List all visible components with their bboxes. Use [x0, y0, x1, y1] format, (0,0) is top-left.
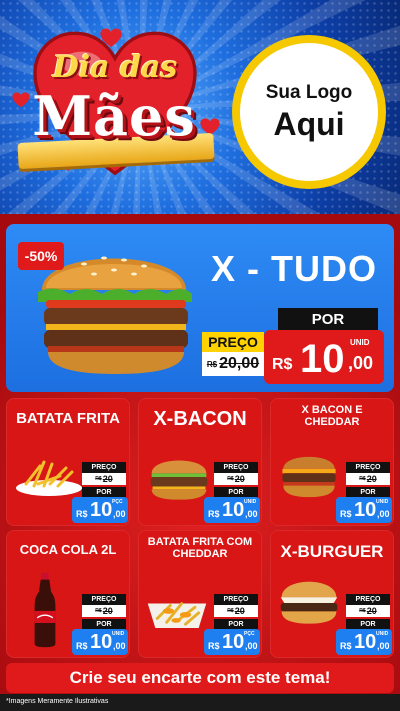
old-price-value: 20: [366, 606, 377, 616]
product-name: BATATA FRITA COM CHEDDAR: [147, 536, 253, 560]
old-price: R$ 20: [346, 473, 390, 485]
product-card: X-BACON PREÇO R$ 20 POR R$ 10,00 UNID: [138, 398, 262, 526]
product-image: [14, 458, 84, 503]
new-price-unit: PÇC: [112, 499, 123, 505]
new-price-decimal: ,00: [377, 641, 390, 651]
new-price-integer: 10: [354, 499, 377, 521]
discount-badge: -50%: [18, 242, 64, 270]
title-line-2: Mães: [32, 84, 196, 148]
old-price-value: 20: [366, 474, 377, 484]
new-price-currency: R$: [340, 641, 352, 651]
heart-icon: [100, 28, 122, 48]
new-price-integer: 10: [90, 499, 113, 521]
new-price-decimal: ,00: [113, 509, 126, 519]
new-price-decimal: ,00: [377, 509, 390, 519]
new-price-currency: R$: [208, 509, 220, 519]
old-price-value: 20: [102, 474, 113, 484]
header-banner: Dia das Mães Sua Logo Aqui: [0, 0, 400, 218]
old-price-value: 20: [234, 606, 245, 616]
featured-product-card: -50% X - TUDO PREÇO R$ 20,00 POR R$ 10 ,…: [6, 224, 394, 392]
new-price-integer: 10: [222, 631, 245, 653]
price-label: PREÇO: [214, 462, 258, 473]
product-card: X BACON E CHEDDAR PREÇO R$ 20 POR R$ 10,00 UNID: [270, 398, 394, 526]
new-price-integer: 10: [90, 631, 113, 653]
price-label: PREÇO: [214, 594, 258, 605]
new-price: R$ 10,00 PÇC: [204, 629, 260, 655]
product-image: [276, 576, 342, 633]
new-price-unit: UNID: [244, 499, 257, 505]
product-name: X-BACON: [153, 408, 247, 430]
product-card: BATATA FRITA COM CHEDDAR PREÇO R$ 20 POR R$ 10…: [138, 530, 262, 658]
product-name: X-BURGUER: [280, 542, 384, 561]
old-price-currency: R$: [227, 608, 234, 614]
product-card: BATATA FRITA PREÇO R$ 20 POR R$ 10,00 PÇC: [6, 398, 130, 526]
new-price-currency: R$: [340, 509, 352, 519]
product-image: [32, 570, 58, 655]
new-price-unit: PÇC: [244, 631, 255, 637]
new-price-unit: UNID: [376, 631, 389, 637]
product-image: [146, 454, 212, 507]
new-price-decimal: ,00: [245, 509, 258, 519]
new-price: R$ 10,00 PÇC: [72, 497, 128, 523]
price-label: PREÇO: [202, 332, 264, 352]
title-line-1: Dia das: [52, 50, 178, 85]
disclaimer-text: *Imagens Meramente Ilustrativas: [6, 698, 109, 705]
old-price-currency: R$: [359, 608, 366, 614]
new-price-decimal: ,00: [348, 353, 374, 373]
new-price-unit: UNID: [376, 499, 389, 505]
old-price-value: 20,00: [219, 355, 260, 372]
product-card: X-BURGUER PREÇO R$ 20 POR R$ 10,00 UNID: [270, 530, 394, 658]
old-price-value: 20: [102, 606, 113, 616]
old-price-currency: R$: [227, 476, 234, 482]
featured-product-name: X - TUDO: [211, 248, 377, 289]
product-image: [144, 590, 210, 637]
new-price-integer: 10: [300, 337, 345, 381]
new-price-currency: R$: [272, 356, 293, 373]
old-price: R$ 20: [82, 605, 126, 617]
new-price: R$ 10,00 UNID: [204, 497, 260, 523]
price-label: PREÇO: [346, 594, 390, 605]
price-label: PREÇO: [346, 462, 390, 473]
new-price-integer: 10: [354, 631, 377, 653]
old-price-currency: R$: [206, 359, 218, 369]
logo-line-1: Sua Logo: [265, 81, 353, 103]
new-price-currency: R$: [76, 509, 88, 519]
old-price-value: 20: [234, 474, 245, 484]
old-price: R$ 20: [214, 473, 258, 485]
new-price-integer: 10: [222, 499, 245, 521]
new-price: R$ 10,00 UNID: [336, 497, 392, 523]
logo-line-2: Aqui: [273, 105, 345, 142]
old-price: R$ 20: [346, 605, 390, 617]
product-image: [278, 450, 340, 505]
new-price-unit: UNID: [112, 631, 125, 637]
new-price: R$ 10 ,00 UNID: [264, 330, 384, 384]
product-name: COCA COLA 2L: [19, 542, 117, 557]
por-label: POR: [278, 308, 378, 330]
price-label: PREÇO: [82, 462, 126, 473]
new-price: R$ 10,00 UNID: [336, 629, 392, 655]
new-price: R$ 10,00 UNID: [72, 629, 128, 655]
old-price-currency: R$: [359, 476, 366, 482]
product-card: COCA COLA 2L PREÇO R$ 20 POR R$ 10,00 UNID: [6, 530, 130, 658]
new-price-currency: R$: [208, 641, 220, 651]
old-price-currency: R$: [95, 476, 102, 482]
old-price: R$ 20,00: [202, 352, 264, 376]
logo-placeholder: Sua Logo Aqui: [232, 35, 386, 189]
new-price-currency: R$: [76, 641, 88, 651]
product-name: X BACON E CHEDDAR: [301, 404, 363, 428]
cta-banner: Crie seu encarte com este tema!: [6, 663, 394, 693]
new-price-decimal: ,00: [113, 641, 126, 651]
product-name: BATATA FRITA: [16, 410, 120, 427]
old-price-currency: R$: [95, 608, 102, 614]
new-price-unit: UNID: [350, 338, 370, 347]
old-price: R$ 20: [214, 605, 258, 617]
new-price-decimal: ,00: [245, 641, 258, 651]
price-label: PREÇO: [82, 594, 126, 605]
old-price: R$ 20: [82, 473, 126, 485]
